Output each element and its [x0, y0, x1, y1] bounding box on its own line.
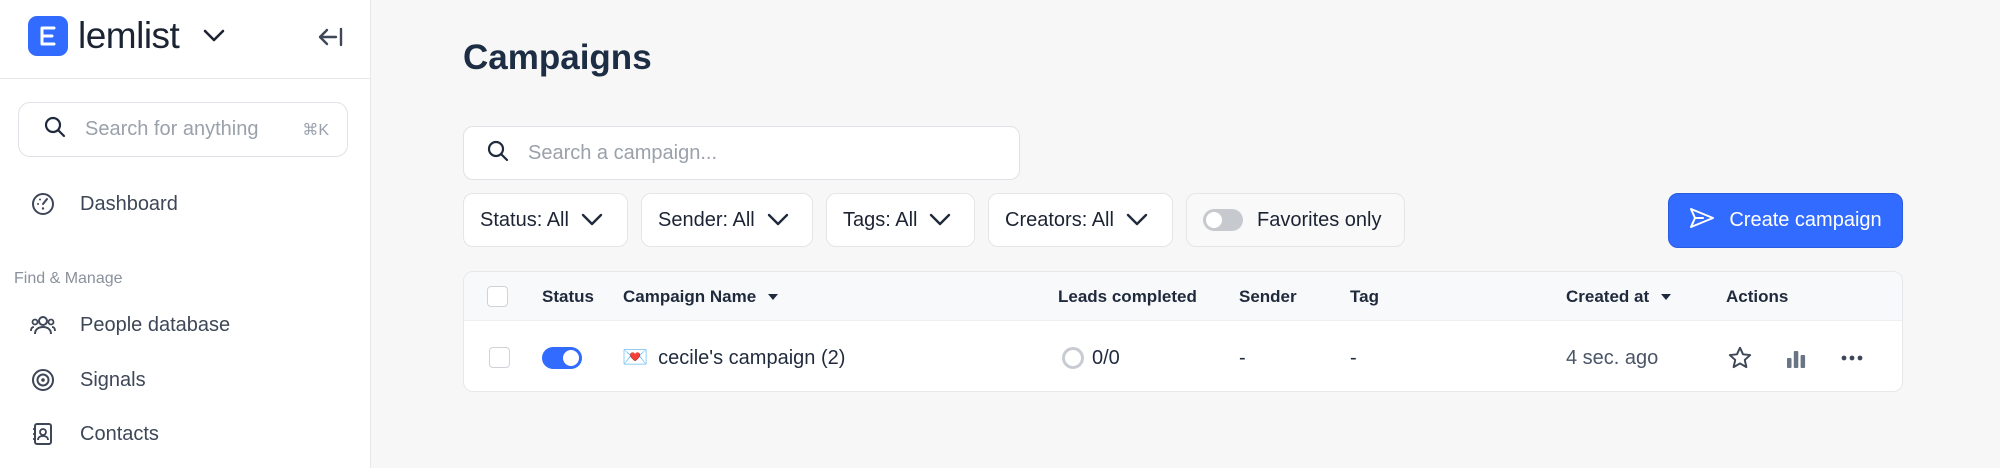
favorites-filter[interactable]: Favorites only: [1186, 193, 1405, 247]
love-letter-icon: 💌: [622, 346, 649, 369]
lemlist-logo-icon: [28, 16, 68, 56]
sidebar-divider: [0, 78, 371, 79]
campaigns-table: Status Campaign Name Leads completed Sen…: [463, 271, 1903, 392]
search-shortcut: ⌘K: [302, 121, 329, 139]
sender-filter-label: Sender: All: [658, 208, 755, 231]
column-leads-completed[interactable]: Leads completed: [1058, 287, 1197, 307]
search-icon: [43, 115, 67, 144]
sort-down-icon: [1661, 294, 1672, 300]
column-actions: Actions: [1726, 287, 1789, 306]
sidebar-item-signals[interactable]: Signals: [30, 362, 146, 398]
tags-filter[interactable]: Tags: All: [826, 193, 975, 247]
page-title: Campaigns: [463, 38, 652, 77]
leads-completed-value: 0/0: [1092, 346, 1120, 369]
create-campaign-button[interactable]: Create campaign: [1668, 193, 1903, 248]
search-placeholder: Search for anything: [85, 118, 259, 140]
column-tag[interactable]: Tag: [1350, 287, 1379, 307]
favorites-toggle[interactable]: [1203, 209, 1243, 231]
sidebar-item-people-database[interactable]: People database: [30, 307, 230, 343]
sidebar: lemlist Search for anything ⌘K Dashboard…: [0, 0, 371, 468]
chevron-down-icon: [929, 213, 951, 227]
target-icon: [30, 367, 56, 393]
select-all-checkbox[interactable]: [487, 286, 508, 307]
search-icon: [486, 139, 510, 168]
sidebar-item-label: Contacts: [80, 422, 159, 445]
created-at-cell: 4 sec. ago: [1566, 346, 1659, 369]
send-icon: [1689, 206, 1715, 236]
bar-chart-icon[interactable]: [1782, 344, 1810, 372]
campaign-search-placeholder: Search a campaign...: [528, 141, 717, 164]
campaign-status-toggle[interactable]: [542, 345, 582, 371]
sidebar-item-label: People database: [80, 313, 231, 336]
chevron-down-icon: [767, 213, 789, 227]
star-icon[interactable]: [1726, 344, 1754, 372]
progress-ring-icon: [1062, 347, 1084, 369]
chevron-down-icon: [1126, 213, 1148, 227]
sort-down-icon: [768, 294, 779, 300]
row-checkbox[interactable]: [489, 347, 510, 368]
contacts-icon: [30, 421, 56, 447]
sidebar-item-contacts[interactable]: Contacts: [30, 416, 159, 452]
campaign-search-input[interactable]: Search a campaign...: [463, 126, 1020, 180]
sender-cell: -: [1239, 346, 1246, 369]
status-filter-label: Status: All: [480, 208, 569, 231]
sidebar-item-dashboard[interactable]: Dashboard: [30, 186, 178, 222]
section-label: Find & Manage: [14, 270, 123, 287]
status-filter[interactable]: Status: All: [463, 193, 628, 247]
gauge-icon: [30, 191, 56, 217]
tag-cell: -: [1350, 346, 1357, 369]
column-sender[interactable]: Sender: [1239, 287, 1297, 307]
favorites-label: Favorites only: [1257, 208, 1382, 231]
column-campaign-name[interactable]: Campaign Name: [623, 287, 779, 307]
chevron-down-icon[interactable]: [203, 29, 225, 43]
chevron-down-icon: [581, 213, 603, 227]
column-status[interactable]: Status: [542, 287, 594, 307]
sender-filter[interactable]: Sender: All: [641, 193, 813, 247]
creators-filter[interactable]: Creators: All: [988, 193, 1173, 247]
brand-name: lemlist: [78, 15, 180, 56]
workspace-switcher[interactable]: lemlist: [28, 15, 225, 56]
column-created-at[interactable]: Created at: [1566, 287, 1672, 307]
sidebar-item-label: Signals: [80, 368, 146, 391]
global-search-input[interactable]: Search for anything ⌘K: [18, 102, 348, 157]
create-campaign-label: Create campaign: [1729, 209, 1882, 231]
collapse-sidebar-icon[interactable]: [318, 24, 344, 50]
people-icon: [30, 312, 56, 338]
campaign-name-cell[interactable]: 💌 cecile's campaign (2): [622, 345, 845, 371]
tags-filter-label: Tags: All: [843, 208, 918, 231]
campaign-name: cecile's campaign (2): [658, 346, 846, 369]
sidebar-item-label: Dashboard: [80, 192, 178, 215]
table-header: Status Campaign Name Leads completed Sen…: [464, 272, 1902, 321]
leads-completed-cell: 0/0: [1062, 345, 1120, 371]
creators-filter-label: Creators: All: [1005, 208, 1114, 231]
more-options-icon[interactable]: [1838, 344, 1866, 372]
